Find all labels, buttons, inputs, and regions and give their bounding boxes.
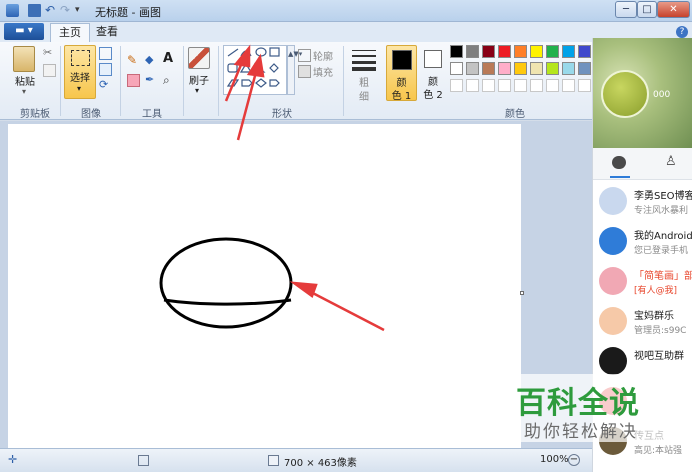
arrow-to-oval-tool: [236, 71, 258, 141]
qq-contact-preview: 高见:本站强: [634, 446, 683, 456]
qq-contact-item[interactable]: 我的Android手您已登录手机: [593, 222, 692, 262]
arrow-head: [289, 281, 318, 298]
watermark-subtitle: 助你轻松解决: [524, 422, 638, 442]
selection-size-icon: [138, 455, 149, 466]
zoom-out-icon[interactable]: −: [568, 454, 580, 466]
qq-tabs: ♙: [593, 148, 692, 180]
qq-user-avatar[interactable]: [601, 70, 649, 118]
qq-contact-avatar: [599, 227, 627, 255]
qq-profile-banner: 000: [593, 38, 692, 148]
qq-contacts-icon[interactable]: ♙: [665, 154, 677, 169]
qq-contact-item[interactable]: 李勇SEO博客 专注风水暴利: [593, 182, 692, 222]
qq-contact-preview: 您已登录手机: [634, 246, 689, 256]
arrow-head: [246, 53, 265, 78]
qq-contact-preview: 专注风水暴利: [634, 206, 689, 216]
qq-contact-name: 我的Android手: [634, 231, 692, 242]
qq-contact-avatar: [599, 187, 627, 215]
qq-contact-item[interactable]: 「简笔画」部 [有人@我]: [593, 262, 692, 302]
qq-contact-preview: 管理员:s99C: [634, 326, 687, 336]
zoom-level: 100%: [540, 454, 569, 465]
qq-contact-name: 「简笔画」部: [634, 271, 692, 282]
canvas-size-icon: [268, 455, 279, 466]
qq-contact-name: 视吧互助群: [634, 351, 684, 362]
qq-tab-indicator: [610, 176, 630, 178]
qq-contact-preview: [有人@我]: [634, 286, 678, 296]
qq-contact-avatar: [599, 347, 627, 375]
qq-contact-avatar: [599, 307, 627, 335]
add-icon: ✛: [8, 453, 18, 466]
qq-contact-item[interactable]: 宝妈群乐管理员:s99C: [593, 302, 692, 342]
qq-banner-text: 000: [653, 90, 671, 100]
qq-contact-name: 李勇SEO博客: [634, 191, 692, 202]
qq-contact-name: 宝妈群乐: [634, 311, 674, 322]
canvas-size-text: 700 × 463像素: [284, 458, 357, 469]
qq-contact-avatar: [599, 267, 627, 295]
watermark-title: 百科全说: [516, 386, 640, 421]
arrow-to-line-tool: [224, 59, 245, 102]
qq-messages-icon[interactable]: [612, 156, 626, 169]
arrow-head: [233, 44, 251, 68]
arrow-to-ellipse: [304, 287, 385, 332]
status-bar: ✛ 700 × 463像素 100% −: [0, 448, 692, 472]
